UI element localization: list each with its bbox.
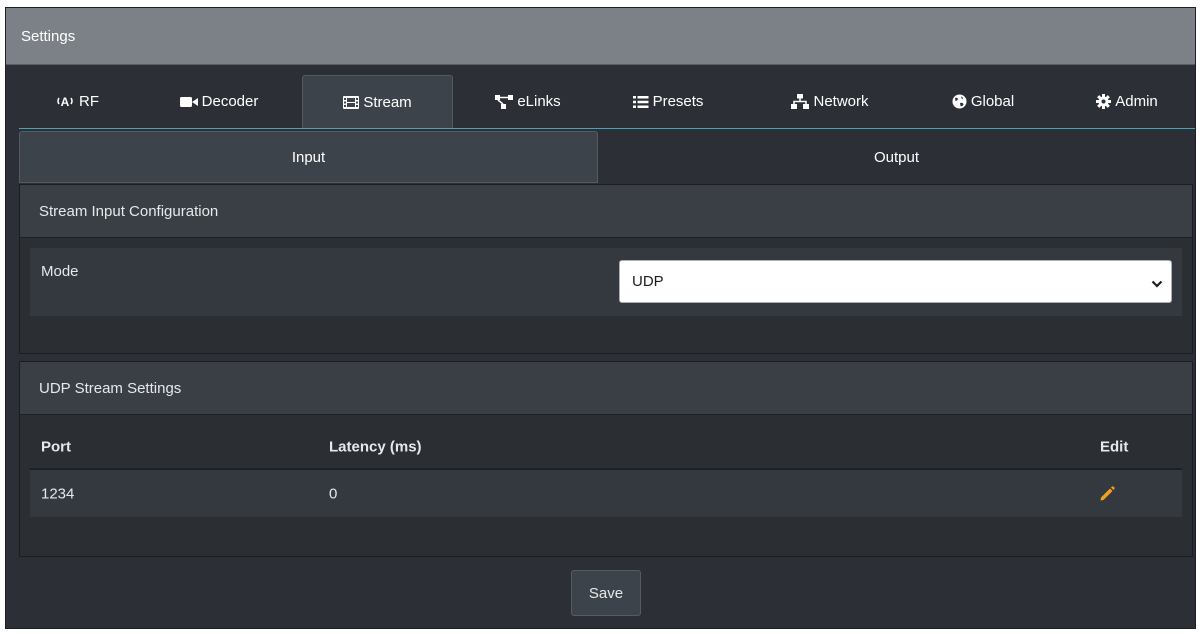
save-button-label: Save (588, 584, 624, 602)
tab-admin[interactable]: Admin (1085, 75, 1169, 128)
sitemap-icon (791, 94, 810, 109)
stream-subtabs: Input Output (19, 131, 1195, 183)
mode-select-value: UDP (632, 273, 664, 290)
tab-network[interactable]: Network (777, 75, 883, 128)
latency-cell: 0 (329, 485, 338, 502)
list-icon (632, 95, 649, 108)
tab-elinks-label: eLinks (517, 93, 561, 110)
stream-input-config-panel: Stream Input Configuration Mode UDP (19, 184, 1193, 354)
tab-global-label: Global (970, 93, 1015, 110)
tab-stream[interactable]: Stream (302, 75, 453, 128)
panel-title: UDP Stream Settings (20, 362, 1192, 415)
main-tabs: A RF Decoder Stream eLinks Presets Netwo… (19, 75, 1195, 129)
svg-text:A: A (61, 95, 70, 109)
subtab-input-label: Input (291, 148, 326, 166)
stream-input-config-title: Stream Input Configuration (39, 202, 219, 220)
mode-row: Mode UDP (30, 248, 1182, 316)
mode-label: Mode (41, 263, 79, 280)
port-cell: 1234 (41, 485, 75, 502)
settings-window: Settings A RF Decoder Stream eLinks Pres… (5, 7, 1196, 629)
film-icon (343, 95, 360, 109)
table-row: 1234 0 (30, 470, 1182, 517)
column-header-edit: Edit (1100, 438, 1129, 456)
tab-decoder-label: Decoder (201, 93, 259, 110)
tab-rf[interactable]: A RF (45, 75, 109, 128)
tab-rf-label: RF (79, 93, 99, 110)
table-header: Port Latency (ms) Edit (30, 426, 1182, 470)
tab-elinks[interactable]: eLinks (478, 75, 578, 128)
panel-title: Stream Input Configuration (20, 185, 1192, 238)
tab-stream-label: Stream (363, 93, 412, 111)
mode-select[interactable]: UDP (619, 260, 1172, 303)
subtab-output[interactable]: Output (598, 131, 1195, 183)
globe-icon (952, 94, 967, 109)
udp-stream-settings-panel: UDP Stream Settings Port Latency (ms) Ed… (19, 361, 1193, 557)
tab-network-label: Network (813, 93, 869, 110)
tab-decoder[interactable]: Decoder (164, 75, 274, 128)
antenna-icon: A (55, 95, 75, 109)
udp-stream-settings-title: UDP Stream Settings (39, 379, 182, 397)
gear-icon (1096, 94, 1112, 109)
pencil-icon[interactable] (1099, 485, 1115, 502)
video-camera-icon (179, 96, 198, 108)
network-topology-icon (495, 94, 514, 109)
tab-presets[interactable]: Presets (622, 75, 714, 128)
subtab-input[interactable]: Input (19, 131, 598, 183)
subtab-output-label: Output (873, 148, 920, 166)
save-button[interactable]: Save (571, 570, 641, 616)
column-header-port: Port (41, 438, 71, 456)
tab-presets-label: Presets (652, 93, 704, 110)
tab-global[interactable]: Global (938, 75, 1028, 128)
column-header-latency: Latency (ms) (329, 438, 422, 456)
window-title-bar: Settings (6, 8, 1195, 65)
tab-admin-label: Admin (1115, 93, 1158, 110)
chevron-down-icon (1151, 276, 1163, 293)
window-title: Settings (21, 27, 76, 45)
